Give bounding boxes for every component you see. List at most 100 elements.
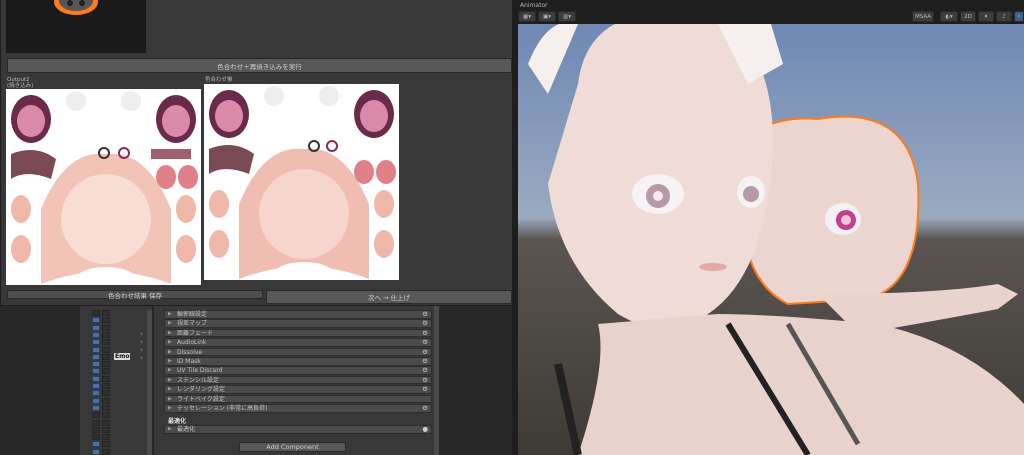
foldout-arrow-icon: ▶ — [168, 311, 172, 317]
2d-toggle[interactable]: 2D — [960, 11, 976, 22]
visibility-toggle[interactable] — [92, 390, 100, 397]
face-texture-icon — [11, 91, 198, 285]
pick-toggle[interactable] — [102, 346, 110, 353]
render-paths-dropdown[interactable]: ▥▾ — [558, 11, 576, 22]
foldout-arrow-icon: ▶ — [168, 376, 172, 383]
gear-icon[interactable]: ⚙ — [422, 339, 428, 346]
foldout-arrow-icon: ▶ — [168, 386, 172, 393]
pick-toggle[interactable] — [102, 353, 110, 360]
visibility-toggle[interactable] — [92, 324, 100, 331]
visibility-toggle[interactable] — [92, 361, 100, 368]
gear-icon[interactable]: ⚙ — [422, 367, 428, 374]
foldout-row[interactable]: ▶ Dissolve ⚙ — [164, 347, 432, 357]
draw-mode-dropdown[interactable]: ▣▾ — [538, 11, 556, 22]
run-match-rebake-button[interactable]: 色合わせ＋再焼き込みを実行 — [7, 58, 512, 73]
pick-toggle[interactable] — [102, 404, 110, 411]
visibility-toggle[interactable] — [92, 346, 100, 353]
gear-icon[interactable]: ⚙ — [422, 320, 428, 327]
light-icon[interactable]: ✦ — [978, 11, 994, 22]
visibility-toggle[interactable] — [92, 331, 100, 338]
foldout-row[interactable]: ▶ レンダリング設定 ⚙ — [164, 385, 432, 394]
pick-toggle[interactable] — [102, 375, 110, 382]
gear-icon[interactable]: ⚙ — [422, 376, 428, 384]
visibility-toggle[interactable] — [92, 419, 100, 426]
foldout-row[interactable]: ▶ ID Mask ⚙ — [164, 357, 432, 366]
pick-toggle[interactable] — [102, 368, 110, 375]
foldout-row[interactable]: ▶ AudioLink ⚙ — [164, 338, 432, 347]
hierarchy-rename-field[interactable]: Emo — [114, 353, 131, 360]
matched-label: 色合わせ後 — [205, 77, 233, 83]
foldout-row[interactable]: ▶ UV Tile Discard ⚙ — [164, 366, 432, 375]
visibility-toggle[interactable] — [92, 434, 100, 441]
pick-toggle[interactable] — [102, 412, 110, 419]
animator-tab[interactable]: Animator — [520, 2, 548, 9]
foldout-row[interactable]: ▶ ライトベイク設定 — [164, 394, 432, 404]
visibility-toggle[interactable] — [92, 404, 100, 411]
foldout-arrow-icon: ▶ — [168, 405, 172, 411]
next-finish-button[interactable]: 次へ → 仕上げ — [266, 290, 512, 304]
pick-toggle[interactable] — [102, 339, 110, 346]
visibility-toggle[interactable] — [92, 317, 100, 324]
character-render — [518, 24, 1024, 455]
gear-icon[interactable]: ⚙ — [422, 329, 428, 337]
foldout-arrow-icon: ▶ — [168, 348, 172, 355]
gear-icon[interactable]: ⚙ — [422, 348, 428, 356]
pick-toggle[interactable] — [102, 426, 110, 433]
lighting-dropdown[interactable]: ◐▾ — [940, 11, 958, 22]
gear-icon[interactable]: ⚙ — [422, 405, 428, 412]
inspector-scrollbar[interactable] — [434, 306, 439, 455]
visibility-toggle[interactable] — [92, 339, 100, 346]
pick-toggle[interactable] — [102, 448, 110, 455]
foldout-label: テッセレーション (非常に高負荷) — [177, 405, 268, 412]
foldout-label: ID Mask — [177, 358, 201, 365]
fx-toggle-icon[interactable]: ✧ — [1014, 11, 1024, 22]
gear-icon[interactable]: ⚙ — [422, 358, 428, 365]
hierarchy-scrollbar[interactable] — [147, 310, 152, 455]
visibility-toggle[interactable] — [92, 412, 100, 419]
matched-texture-image — [204, 84, 399, 280]
visibility-toggle[interactable] — [92, 353, 100, 360]
visibility-toggle[interactable] — [92, 448, 100, 455]
pick-toggle[interactable] — [102, 324, 110, 331]
gear-icon[interactable]: ⚙ — [422, 386, 428, 393]
foldout-row[interactable]: ▶ テッセレーション (非常に高負荷) ⚙ — [164, 404, 432, 413]
visibility-toggle[interactable] — [92, 397, 100, 404]
msaa-toggle[interactable]: MSAA — [912, 11, 934, 22]
help-icon[interactable]: ● — [422, 426, 428, 433]
add-component-button[interactable]: Add Component — [239, 442, 346, 452]
visibility-toggle[interactable] — [92, 310, 100, 316]
visibility-toggle[interactable] — [92, 383, 100, 389]
save-match-result-button[interactable]: 色合わせ結果 保存 — [7, 290, 263, 300]
pick-toggle[interactable] — [102, 317, 110, 324]
shading-mode-dropdown[interactable]: ▦▾ — [518, 11, 536, 22]
foldout-label: UV Tile Discard — [177, 367, 223, 375]
foldout-label: ライトベイク設定 — [177, 395, 225, 403]
pick-toggle[interactable] — [102, 441, 110, 448]
inspector-panel: ▶ 輪郭線設定 ⚙ ▶ 視差マップ ⚙ ▶ 距離フェード ⚙ ▶ AudioLink ⚙ ▶ Dissol… — [153, 306, 439, 455]
visibility-toggle[interactable] — [92, 368, 100, 375]
foldout-label: AudioLink — [177, 339, 207, 347]
pick-toggle[interactable] — [102, 310, 110, 316]
color-match-window: 色合わせ＋再焼き込みを実行 Output2 (焼き込み) 色合わせ後 色合わせ結… — [0, 0, 519, 306]
scene-view: Animator ▦▾ ▣▾ ▥▾ MSAA ◐▾ 2D ✦ ♪ ✧ — [512, 0, 1024, 455]
pick-toggle[interactable] — [102, 434, 110, 441]
expand-arrows-icon[interactable]: › › › › — [140, 330, 143, 362]
pick-toggle[interactable] — [102, 419, 110, 426]
scene-viewport[interactable] — [518, 24, 1024, 455]
audio-icon[interactable]: ♪ — [996, 11, 1012, 22]
pick-toggle[interactable] — [102, 361, 110, 368]
pick-toggle[interactable] — [102, 331, 110, 338]
visibility-toggle[interactable] — [92, 375, 100, 382]
pick-toggle[interactable] — [102, 383, 110, 389]
foldout-optimize[interactable]: ▶ 最適化 ● — [164, 425, 432, 434]
foldout-arrow-icon: ▶ — [168, 395, 172, 402]
foldout-row[interactable]: ▶ 輪郭線設定 ⚙ — [164, 310, 432, 319]
pick-toggle[interactable] — [102, 397, 110, 404]
foldout-row[interactable]: ▶ 距離フェード ⚙ — [164, 328, 432, 338]
foldout-row[interactable]: ▶ ステンシル設定 ⚙ — [164, 375, 432, 385]
foldout-row[interactable]: ▶ 視差マップ ⚙ — [164, 319, 432, 328]
visibility-toggle[interactable] — [92, 426, 100, 433]
pick-toggle[interactable] — [102, 390, 110, 397]
visibility-toggle[interactable] — [92, 441, 100, 448]
gear-icon[interactable]: ⚙ — [422, 311, 428, 318]
